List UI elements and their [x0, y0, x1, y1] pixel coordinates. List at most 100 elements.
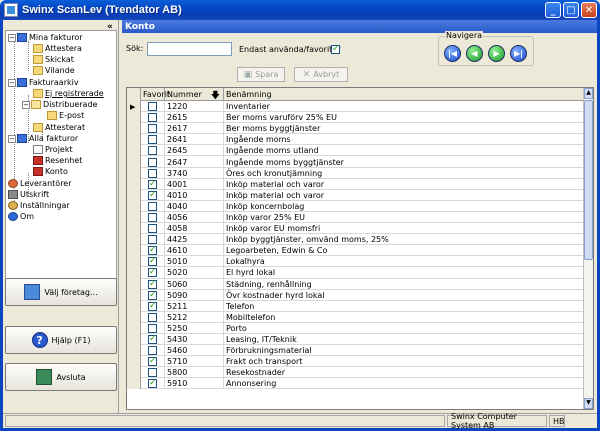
- scroll-up-icon[interactable]: ▲: [584, 88, 593, 99]
- table-row[interactable]: 5710Frakt och transport: [127, 356, 585, 368]
- table-row[interactable]: 5090Övr kostnader hyrd lokal: [127, 289, 585, 301]
- tree-item-utskrift[interactable]: Utskrift: [8, 189, 49, 200]
- row-selector[interactable]: [127, 145, 141, 157]
- exit-button[interactable]: Avsluta: [5, 363, 117, 391]
- row-selector[interactable]: [127, 134, 141, 146]
- favorite-checkbox[interactable]: [148, 245, 157, 256]
- favorite-checkbox[interactable]: [148, 190, 157, 200]
- table-row[interactable]: 5460 Förbrukningsmaterial: [127, 345, 585, 357]
- table-row[interactable]: 5800 Resekostnader: [127, 367, 585, 379]
- tree-item-resenhet[interactable]: Resenhet: [33, 155, 82, 166]
- help-button[interactable]: ? Hjälp (F1): [5, 326, 117, 354]
- tree-item-vilande[interactable]: Vilande: [33, 65, 75, 76]
- row-selector[interactable]: [127, 189, 141, 201]
- favorite-checkbox[interactable]: [148, 279, 157, 289]
- table-row[interactable]: 2647 Ingående moms byggtjänster: [127, 156, 585, 168]
- tree-item-om[interactable]: Om: [8, 211, 34, 222]
- table-row[interactable]: 5212 Mobiltelefon: [127, 311, 585, 323]
- table-row[interactable]: 4010Inköp material och varor: [127, 189, 585, 201]
- column-header-favorit[interactable]: Favorit: [141, 88, 170, 101]
- tree-item-e-post[interactable]: E-post: [47, 110, 84, 121]
- row-selector[interactable]: [127, 311, 141, 323]
- favorite-checkbox[interactable]: [148, 378, 157, 389]
- favorite-checkbox[interactable]: [148, 356, 157, 367]
- table-row[interactable]: 4001Inköp material och varor: [127, 178, 585, 190]
- search-input[interactable]: [147, 42, 232, 56]
- table-row[interactable]: 5060Städning, renhållning: [127, 278, 585, 290]
- table-row[interactable]: 2645 Ingående moms utland: [127, 145, 585, 157]
- row-selector[interactable]: [127, 167, 141, 179]
- favorite-checkbox[interactable]: [148, 301, 157, 311]
- favorite-checkbox[interactable]: [148, 179, 157, 189]
- favorite-checkbox[interactable]: [148, 323, 157, 333]
- favorite-checkbox[interactable]: [148, 201, 157, 211]
- row-selector[interactable]: [127, 112, 141, 124]
- tree-item-projekt[interactable]: Projekt: [33, 144, 73, 155]
- collapse-toggle-icon[interactable]: −: [8, 78, 16, 87]
- table-row[interactable]: 4058 Inköp varor EU momsfri: [127, 223, 585, 235]
- row-selector[interactable]: [127, 234, 141, 246]
- collapse-toggle-icon[interactable]: −: [22, 100, 30, 109]
- row-selector[interactable]: [127, 322, 141, 334]
- favorite-checkbox[interactable]: [148, 368, 157, 378]
- save-button[interactable]: ▣ Spara: [237, 67, 285, 82]
- table-row[interactable]: 5010Lokalhyra: [127, 256, 585, 268]
- favorite-checkbox[interactable]: [148, 212, 157, 222]
- collapse-toggle-icon[interactable]: −: [8, 134, 16, 143]
- favorite-checkbox[interactable]: [148, 113, 157, 123]
- row-selector[interactable]: [127, 333, 141, 346]
- row-selector[interactable]: [127, 123, 141, 135]
- favorite-checkbox[interactable]: [148, 235, 157, 245]
- minimize-button[interactable]: _: [545, 2, 561, 18]
- previous-record-icon[interactable]: ◀: [466, 45, 483, 62]
- row-selector[interactable]: [127, 367, 141, 379]
- favorite-checkbox[interactable]: [148, 312, 157, 322]
- maximize-button[interactable]: □: [563, 2, 579, 18]
- tree-item-fakturaarkiv[interactable]: − Fakturaarkiv: [8, 77, 79, 88]
- table-row[interactable]: 4425 Inköp byggtjänster, omvänd moms, 25%: [127, 234, 585, 246]
- row-selector[interactable]: ▶: [127, 101, 141, 113]
- next-record-icon[interactable]: ▶: [488, 45, 505, 62]
- tree-item-konto[interactable]: Konto: [33, 166, 68, 177]
- favorite-checkbox[interactable]: [148, 168, 157, 178]
- table-row[interactable]: 5430Leasing, IT/Teknik: [127, 333, 585, 346]
- row-selector[interactable]: [127, 256, 141, 268]
- favorite-checkbox[interactable]: [148, 102, 157, 112]
- column-header-benamning[interactable]: Benämning: [224, 88, 585, 101]
- table-row[interactable]: 5211Telefon: [127, 300, 585, 312]
- favorite-checkbox[interactable]: [148, 146, 157, 156]
- select-company-button[interactable]: Välj företag...: [5, 278, 117, 306]
- scrollbar-thumb[interactable]: [584, 100, 593, 260]
- row-selector[interactable]: [127, 345, 141, 357]
- tree-item-skickat[interactable]: Skickat: [33, 54, 74, 65]
- row-selector[interactable]: [127, 289, 141, 301]
- table-row[interactable]: 5250 Porto: [127, 322, 585, 334]
- cancel-button[interactable]: ✕ Avbryt: [294, 67, 348, 82]
- tree-item-leverantorer[interactable]: Leverantörer: [8, 178, 72, 189]
- row-selector[interactable]: [127, 156, 141, 168]
- tree-item-installningar[interactable]: Inställningar: [8, 200, 70, 211]
- row-selector[interactable]: [127, 267, 141, 279]
- favorite-checkbox[interactable]: [148, 346, 157, 356]
- favorite-checkbox[interactable]: [148, 157, 157, 167]
- table-row[interactable]: 4040 Inköp koncernbolag: [127, 200, 585, 212]
- favorite-checkbox[interactable]: [148, 124, 157, 134]
- close-button[interactable]: ✕: [581, 2, 597, 18]
- row-selector[interactable]: [127, 200, 141, 212]
- collapse-toggle-icon[interactable]: −: [8, 33, 16, 42]
- table-row[interactable]: 2617 Ber moms byggtjänster: [127, 123, 585, 135]
- table-row[interactable]: 4610Legoarbeten, Edwin & Co: [127, 245, 585, 257]
- row-selector[interactable]: [127, 211, 141, 224]
- row-selector[interactable]: [127, 223, 141, 235]
- row-selector[interactable]: [127, 178, 141, 190]
- column-header-nummer[interactable]: Nummer 🡇: [165, 88, 224, 101]
- table-row[interactable]: 5910Annonsering: [127, 378, 585, 390]
- tree-item-mina-fakturor[interactable]: − Mina fakturor: [8, 32, 83, 43]
- tree-item-distribuerade[interactable]: − Distribuerade: [22, 99, 97, 110]
- row-selector[interactable]: [127, 378, 141, 390]
- favorite-checkbox[interactable]: [148, 135, 157, 145]
- row-selector[interactable]: [127, 300, 141, 312]
- favorite-checkbox[interactable]: [148, 290, 157, 300]
- first-record-icon[interactable]: |◀: [444, 45, 461, 62]
- row-selector[interactable]: [127, 278, 141, 290]
